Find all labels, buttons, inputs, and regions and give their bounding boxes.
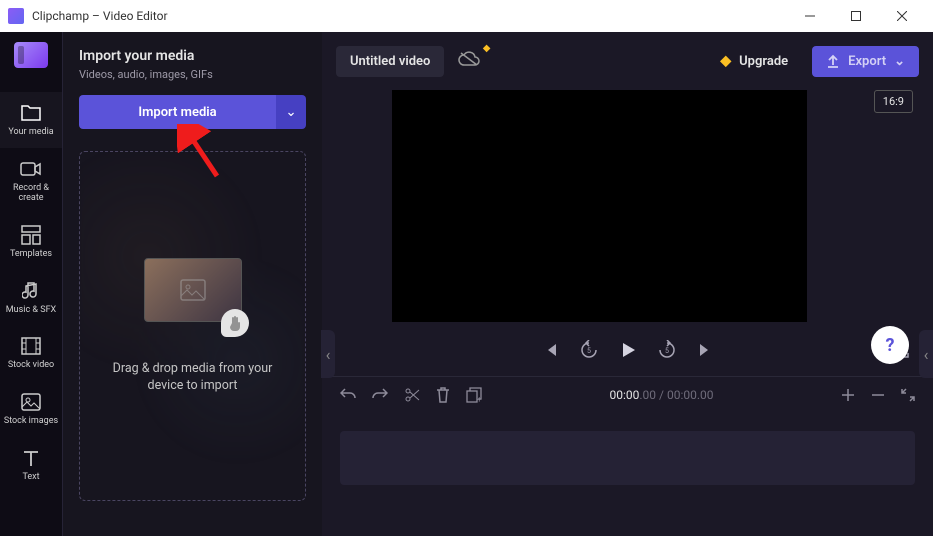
panel-subtitle: Videos, audio, images, GIFs [79,68,306,81]
aspect-ratio-button[interactable]: 16:9 [874,90,913,113]
zoom-out-button[interactable] [871,388,885,402]
rail-record-create[interactable]: Record & create [0,148,62,214]
chevron-down-icon: ⌄ [894,54,905,69]
video-preview[interactable] [392,90,807,322]
logo-icon[interactable] [14,42,48,68]
rail-label: Stock images [4,417,58,427]
image-icon [180,279,206,301]
split-button[interactable] [404,387,420,403]
rail-your-media[interactable]: Your media [0,92,62,148]
left-rail: Your media Record & create Templates Mus… [0,32,62,536]
rail-music-sfx[interactable]: Music & SFX [0,270,62,326]
play-button[interactable] [619,341,637,359]
dropzone-text: Drag & drop media from your device to im… [100,360,285,395]
rail-text[interactable]: Text [0,437,62,493]
timeline-tracks[interactable] [322,413,933,536]
timeline-toolbar: + 00:00.00 / 00:00.00 [322,376,933,413]
folder-icon [20,102,42,124]
forward-button[interactable]: 5 [657,340,677,360]
import-media-button[interactable]: Import media [79,95,276,129]
gem-icon: ◆ [720,53,731,69]
undo-button[interactable] [340,388,356,402]
template-icon [20,224,42,246]
media-dropzone[interactable]: Drag & drop media from your device to im… [79,151,306,501]
fit-timeline-button[interactable] [901,388,915,402]
zoom-in-button[interactable] [841,388,855,402]
redo-button[interactable] [372,388,388,402]
preview-area: 16:9 [322,90,933,332]
svg-text:5: 5 [665,347,669,355]
svg-text:5: 5 [587,347,591,355]
help-icon: ? [886,335,895,356]
empty-track[interactable] [340,431,915,485]
rail-label: Your media [8,128,53,138]
maximize-button[interactable] [833,0,879,32]
window-title: Clipchamp – Video Editor [32,9,787,23]
collapse-panel-button[interactable]: ‹ [321,330,335,378]
rail-label: Music & SFX [6,306,56,316]
app-icon [8,8,24,24]
image-icon [20,391,42,413]
export-label: Export [848,54,886,69]
minimize-button[interactable] [787,0,833,32]
upload-icon [826,54,840,68]
rail-stock-video[interactable]: Stock video [0,325,62,381]
cloud-sync-button[interactable]: ◆ [454,47,484,75]
skip-start-button[interactable] [543,342,559,358]
project-title-input[interactable]: Untitled video [336,46,444,77]
panel-title: Import your media [79,48,306,64]
rewind-button[interactable]: 5 [579,340,599,360]
rail-label: Record & create [2,184,60,204]
close-button[interactable] [879,0,925,32]
rail-label: Stock video [8,361,54,371]
window-controls [787,0,925,32]
import-media-dropdown[interactable]: ⌄ [276,95,306,129]
export-button[interactable]: Export ⌄ [812,46,919,77]
player-controls: 5 5 [322,332,933,376]
right-panel-toggle[interactable]: ‹ [919,330,933,378]
hand-cursor-icon [221,309,249,337]
duplicate-button[interactable]: + [466,387,482,403]
chevron-left-icon: ‹ [326,345,331,364]
rail-label: Templates [10,250,52,260]
music-icon [20,280,42,302]
premium-badge-icon: ◆ [483,43,491,54]
text-icon [20,447,42,469]
media-panel: Import your media Videos, audio, images,… [62,32,322,536]
editor-toolbar: Untitled video ◆ ◆ Upgrade Export ⌄ [322,32,933,90]
title-bar: Clipchamp – Video Editor [0,0,933,32]
rail-templates[interactable]: Templates [0,214,62,270]
dropzone-thumbnail [144,258,242,322]
dropzone-background [80,152,305,500]
upgrade-button[interactable]: ◆ Upgrade [706,45,802,77]
cloud-off-icon [458,51,480,67]
rail-label: Text [22,473,39,483]
timecode-current: 00:00 [609,388,639,402]
timecode-display: 00:00.00 / 00:00.00 [498,388,825,402]
film-icon [20,335,42,357]
help-button[interactable]: ? [871,326,909,364]
upgrade-label: Upgrade [739,54,788,69]
chevron-down-icon: ⌄ [285,105,296,120]
skip-end-button[interactable] [697,342,713,358]
delete-button[interactable] [436,387,450,403]
svg-text:+: + [477,395,482,403]
timecode-total: 00:00 [667,388,697,402]
rail-stock-images[interactable]: Stock images [0,381,62,437]
editor-area: ‹ ‹ ? Untitled video ◆ ◆ Upgrade Export … [322,32,933,536]
chevron-left-icon: ‹ [924,345,929,364]
camera-icon [20,158,42,180]
